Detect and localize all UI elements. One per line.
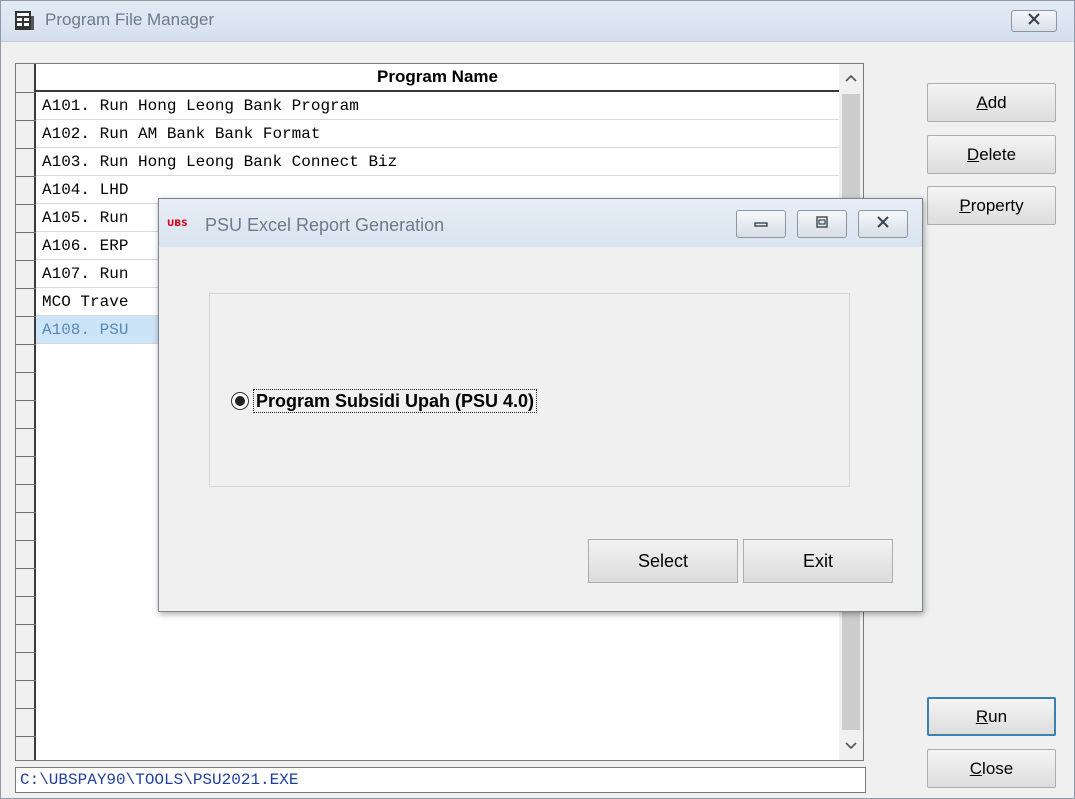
row-selector-divider bbox=[16, 344, 36, 345]
radio-option-label[interactable]: Program Subsidi Upah (PSU 4.0) bbox=[253, 389, 538, 413]
table-row[interactable]: A102. Run AM Bank Bank Format bbox=[36, 120, 839, 148]
column-header-program-name[interactable]: Program Name bbox=[36, 64, 839, 92]
row-selector-divider bbox=[16, 596, 36, 597]
row-selector-divider bbox=[16, 624, 36, 625]
row-selector-divider bbox=[16, 204, 36, 205]
ubs-logo: UBS bbox=[167, 219, 188, 229]
window-title: Program File Manager bbox=[45, 10, 215, 29]
select-button[interactable]: Select bbox=[588, 539, 738, 583]
row-selector-divider bbox=[16, 120, 36, 121]
row-selector-divider bbox=[16, 400, 36, 401]
program-manager-icon bbox=[13, 10, 35, 32]
chevron-down-icon bbox=[845, 737, 857, 755]
row-selector-divider bbox=[16, 484, 36, 485]
run-button[interactable]: Run bbox=[927, 697, 1056, 736]
row-selector-divider bbox=[16, 428, 36, 429]
close-icon bbox=[876, 215, 890, 233]
row-selector-divider bbox=[16, 148, 36, 149]
close-icon bbox=[1027, 12, 1041, 30]
row-selector-divider bbox=[16, 540, 36, 541]
row-selector-divider bbox=[16, 316, 36, 317]
row-selector-divider bbox=[16, 680, 36, 681]
minimize-button[interactable] bbox=[736, 210, 786, 238]
exit-button[interactable]: Exit bbox=[743, 539, 893, 583]
scroll-up-button[interactable] bbox=[839, 64, 863, 92]
restore-button[interactable] bbox=[797, 210, 847, 238]
chevron-up-icon bbox=[845, 69, 857, 87]
row-selector-column[interactable] bbox=[16, 64, 36, 760]
row-selector-divider bbox=[16, 176, 36, 177]
window-close-button[interactable] bbox=[1011, 10, 1057, 32]
psu-radio-option[interactable]: Program Subsidi Upah (PSU 4.0) bbox=[231, 389, 538, 413]
minimize-icon bbox=[753, 215, 769, 233]
row-selector-divider bbox=[16, 512, 36, 513]
program-path-field[interactable]: C:\UBSPAY90\TOOLS\PSU2021.EXE bbox=[15, 767, 866, 793]
radio-selected-icon[interactable] bbox=[231, 392, 249, 410]
row-selector-divider bbox=[16, 288, 36, 289]
psu-report-dialog: UBS PSU Excel Report Generation Program … bbox=[158, 198, 923, 612]
table-row[interactable]: A101. Run Hong Leong Bank Program bbox=[36, 92, 839, 120]
row-selector-divider bbox=[16, 456, 36, 457]
dialog-title: PSU Excel Report Generation bbox=[205, 215, 445, 235]
row-selector-divider bbox=[16, 260, 36, 261]
row-selector-divider bbox=[16, 568, 36, 569]
row-selector-divider bbox=[16, 232, 36, 233]
table-row[interactable]: A103. Run Hong Leong Bank Connect Biz bbox=[36, 148, 839, 176]
main-title-bar[interactable]: Program File Manager bbox=[1, 1, 1074, 42]
property-button[interactable]: Property bbox=[927, 186, 1056, 225]
row-selector-divider bbox=[16, 708, 36, 709]
restore-icon bbox=[814, 215, 830, 234]
dialog-title-bar[interactable]: UBS PSU Excel Report Generation bbox=[159, 199, 922, 247]
row-selector-divider bbox=[16, 652, 36, 653]
scroll-down-button[interactable] bbox=[839, 732, 863, 760]
row-selector-divider bbox=[16, 736, 36, 737]
close-button[interactable]: Close bbox=[927, 749, 1056, 788]
row-selector-divider bbox=[16, 92, 36, 93]
add-button[interactable]: Add bbox=[927, 83, 1056, 122]
delete-button[interactable]: Delete bbox=[927, 135, 1056, 174]
row-selector-divider bbox=[16, 372, 36, 373]
dialog-close-button[interactable] bbox=[858, 210, 908, 238]
